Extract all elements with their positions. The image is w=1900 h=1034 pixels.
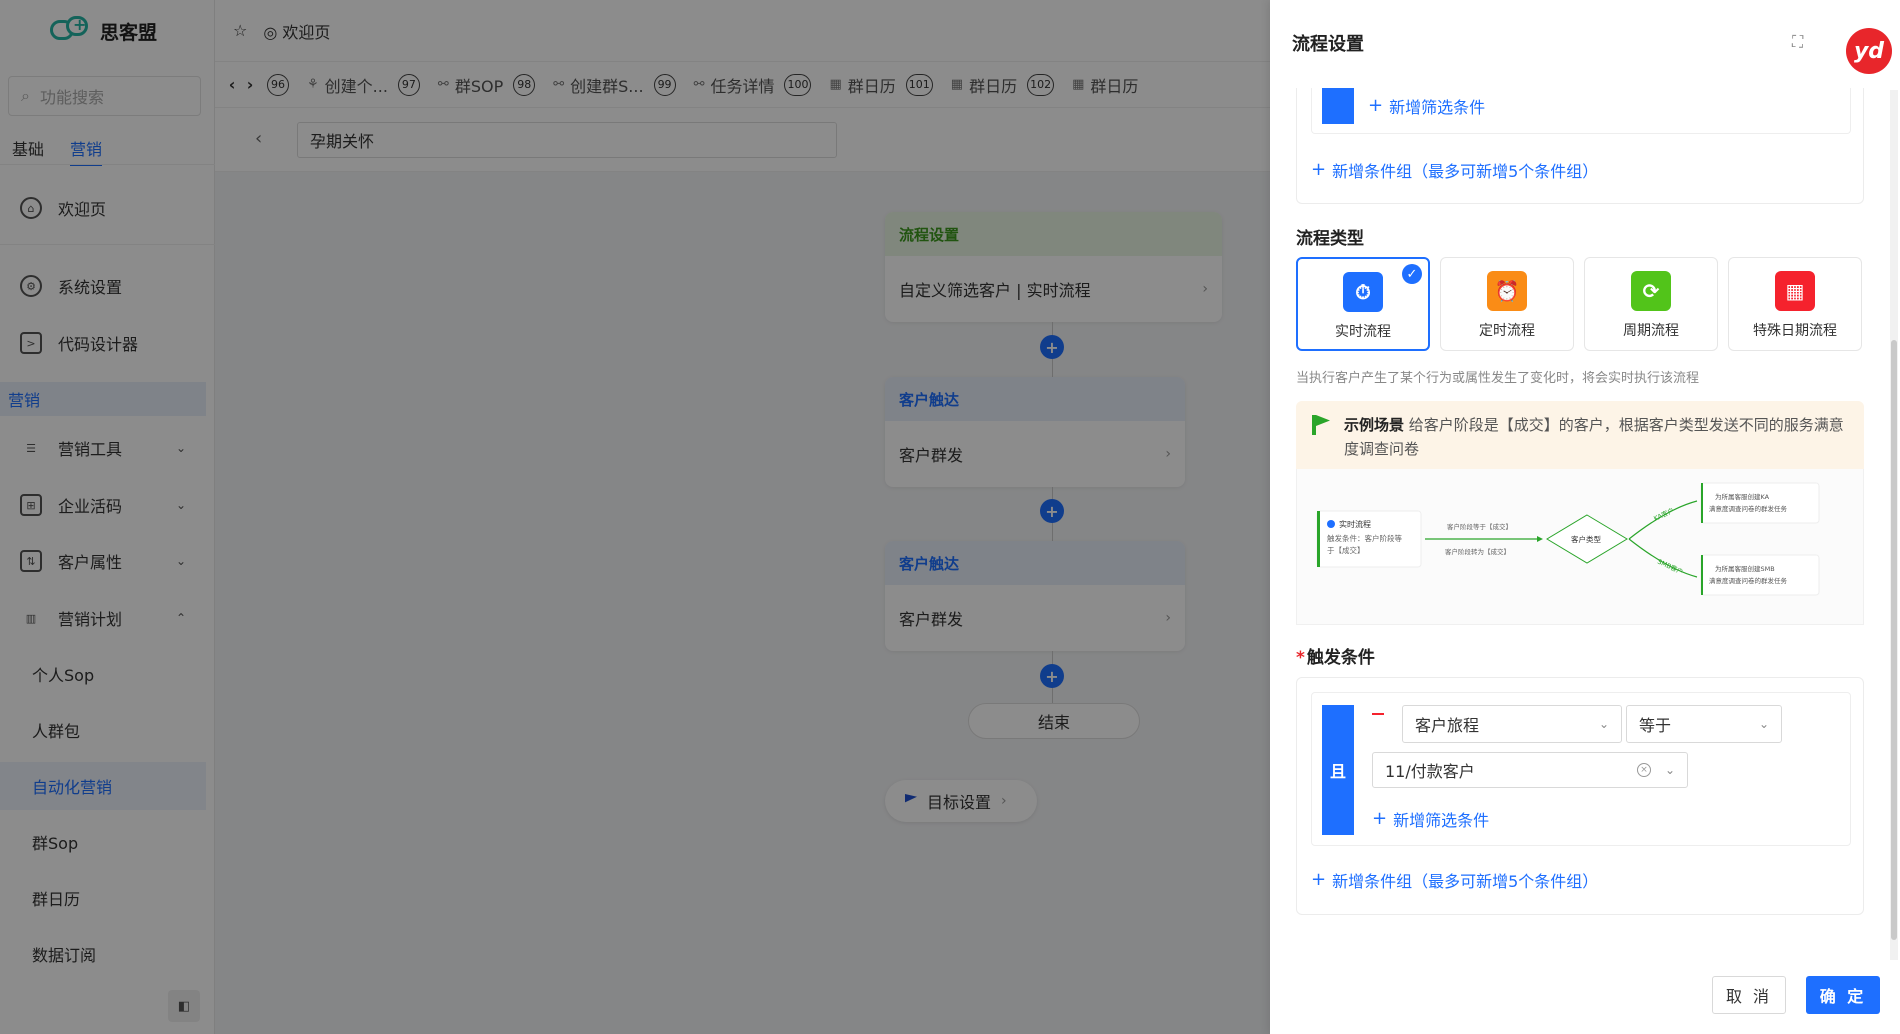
flow-type-name: 周期流程 — [1623, 323, 1679, 339]
flag-icon — [1312, 415, 1316, 435]
scenario-title: 示例场景 — [1344, 416, 1405, 434]
select-value: 11/付款客户 — [1385, 762, 1475, 781]
flow-type-name: 定时流程 — [1479, 323, 1535, 339]
remove-condition-icon[interactable] — [1372, 713, 1384, 715]
flow-type-name: 特殊日期流程 — [1753, 323, 1837, 339]
calendar-icon: ▦ — [1775, 271, 1815, 311]
diagram-edge-top: 客户阶段等于【成交】 — [1447, 522, 1512, 531]
chevron-down-icon: ⌄ — [1758, 717, 1769, 731]
flow-type-special-date[interactable]: ▦ 特殊日期流程 — [1728, 257, 1862, 351]
avatar[interactable]: yd — [1846, 28, 1892, 74]
drawer-scrollbar[interactable] — [1890, 90, 1898, 960]
scrollbar-thumb[interactable] — [1891, 340, 1897, 940]
diagram-result-a1: 为所属客服创建KA — [1715, 492, 1770, 501]
flow-type-scheduled[interactable]: ⏰ 定时流程 — [1440, 257, 1574, 351]
diagram-svg: 实时流程 触发条件：客户阶段等 于【成交】 客户阶段等于【成交】 客户阶段转为【… — [1316, 482, 1820, 596]
cancel-button[interactable]: 取 消 — [1712, 976, 1786, 1014]
scenario-text: 给客户阶段是【成交】的客户，根据客户类型发送不同的服务满意度调查问卷 — [1344, 416, 1844, 458]
diagram-start-desc1: 触发条件：客户阶段等 — [1327, 533, 1402, 543]
select-value: 客户旅程 — [1415, 716, 1480, 735]
add-condition-group-link[interactable]: + 新增条件组（最多可新增5个条件组） — [1311, 868, 1598, 892]
trigger-condition-card: 且 客户旅程 ⌄ 等于 ⌄ 11/付款客户 × ⌄ + 新增筛选条件 + 新增条件组（最多可… — [1296, 677, 1864, 915]
flow-settings-drawer: 流程设置 ⛶ yd + 新增筛选条件 + 新增条件组（最多可新增5个条件组） 流程类… — [1270, 0, 1900, 1034]
example-flow-diagram: 实时流程 触发条件：客户阶段等 于【成交】 客户阶段等于【成交】 客户阶段转为【… — [1296, 469, 1864, 625]
condition-group-card-top: + 新增筛选条件 + 新增条件组（最多可新增5个条件组） — [1296, 88, 1864, 204]
link-label: 新增条件组（最多可新增5个条件组） — [1332, 162, 1599, 181]
plus-icon: + — [1368, 95, 1384, 116]
and-bar — [1322, 88, 1354, 124]
flow-type-description: 当执行客户产生了某个行为或属性发生了变化时，将会实时执行该流程 — [1296, 371, 1700, 386]
operator-select[interactable]: 等于 ⌄ — [1626, 705, 1782, 743]
value-select[interactable]: 11/付款客户 × ⌄ — [1372, 752, 1688, 788]
diagram-result-b2: 满意度调查问卷的群发任务 — [1709, 576, 1788, 585]
modal-overlay[interactable] — [0, 0, 1270, 1034]
diagram-decision: 客户类型 — [1571, 534, 1601, 544]
diagram-branch-b: SMB客户 — [1656, 557, 1684, 577]
cycle-icon: ⟳ — [1631, 271, 1671, 311]
diagram-start-icon — [1327, 520, 1335, 528]
select-value: 等于 — [1639, 716, 1672, 735]
diagram-branch-a: KA客户 — [1652, 506, 1675, 523]
clear-icon[interactable]: × — [1637, 763, 1651, 777]
plus-icon: + — [1372, 808, 1388, 829]
add-filter-link[interactable]: + 新增筛选条件 — [1368, 94, 1485, 118]
diagram-start-desc2: 于【成交】 — [1327, 545, 1365, 555]
trigger-label-text: 触发条件 — [1306, 648, 1375, 668]
diagram-edge-bottom: 客户阶段转为【成交】 — [1445, 547, 1510, 556]
add-filter-link[interactable]: + 新增筛选条件 — [1372, 807, 1489, 831]
diagram-result-b1: 为所属客服创建SMB — [1715, 564, 1775, 573]
check-icon: ✓ — [1402, 264, 1422, 284]
add-condition-group-link[interactable]: + 新增条件组（最多可新增5个条件组） — [1311, 158, 1598, 182]
condition-group-inner: + 新增筛选条件 — [1311, 88, 1851, 134]
flow-type-periodic[interactable]: ⟳ 周期流程 — [1584, 257, 1718, 351]
field-select[interactable]: 客户旅程 ⌄ — [1402, 705, 1622, 743]
trigger-condition-label: * 触发条件 — [1296, 643, 1375, 668]
and-label[interactable]: 且 — [1322, 705, 1354, 835]
required-mark: * — [1296, 648, 1305, 668]
flow-type-label: 流程类型 — [1296, 229, 1364, 249]
fullscreen-icon[interactable]: ⛶ — [1792, 32, 1803, 52]
condition-group: 且 客户旅程 ⌄ 等于 ⌄ 11/付款客户 × ⌄ + 新增筛选条件 — [1311, 692, 1851, 846]
plus-icon: + — [1311, 869, 1327, 890]
link-label: 新增筛选条件 — [1389, 98, 1486, 117]
chevron-down-icon: ⌄ — [1664, 763, 1675, 777]
chevron-down-icon: ⌄ — [1598, 717, 1609, 731]
plus-icon: + — [1311, 159, 1327, 180]
link-label: 新增筛选条件 — [1393, 811, 1490, 830]
diagram-result-a2: 满意度调查问卷的群发任务 — [1709, 504, 1788, 513]
flow-type-realtime[interactable]: ⏱ 实时流程 ✓ — [1296, 257, 1430, 351]
confirm-button[interactable]: 确 定 — [1806, 976, 1880, 1014]
stopwatch-icon: ⏱ — [1343, 272, 1383, 312]
diagram-start-title: 实时流程 — [1339, 519, 1371, 529]
drawer-title: 流程设置 — [1292, 34, 1364, 55]
link-label: 新增条件组（最多可新增5个条件组） — [1332, 872, 1599, 891]
alarm-clock-icon: ⏰ — [1487, 271, 1527, 311]
example-scenario: 示例场景 给客户阶段是【成交】的客户，根据客户类型发送不同的服务满意度调查问卷 — [1296, 401, 1864, 469]
flow-type-name: 实时流程 — [1335, 324, 1391, 340]
